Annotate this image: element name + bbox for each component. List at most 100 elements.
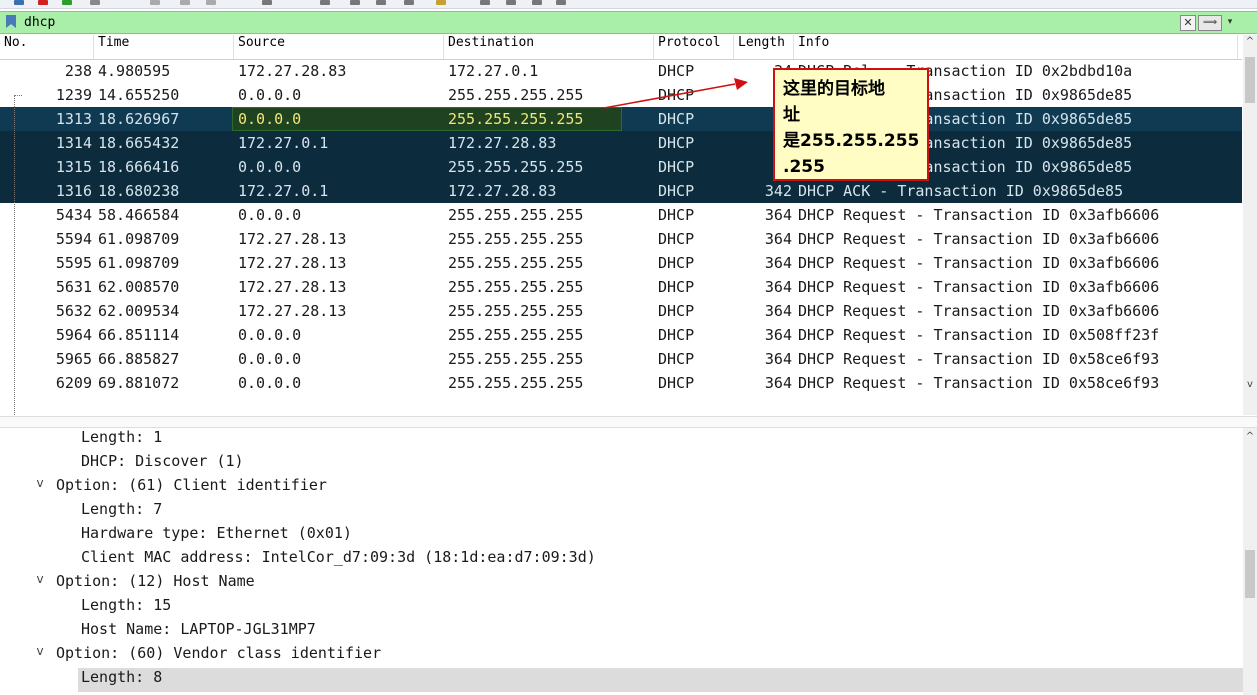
cell-dst: 255.255.255.255 (448, 374, 584, 392)
packet-row[interactable]: 5964 66.851114 0.0.0.0 255.255.255.255 DHCP 3… (0, 323, 1242, 347)
close-file-icon[interactable] (180, 0, 190, 5)
vscroll-thumb[interactable] (1245, 57, 1255, 103)
details-vscroll[interactable]: ^ (1243, 428, 1257, 695)
packet-row[interactable]: 6209 69.881072 0.0.0.0 255.255.255.255 DHCP 3… (0, 371, 1242, 395)
cell-info: DHCP Request - Transaction ID 0x58ce6f93 (798, 350, 1160, 368)
details-scroll-up-icon[interactable]: ^ (1243, 430, 1257, 444)
find-packet-icon[interactable] (262, 0, 272, 5)
detail-tree-node[interactable]: Option: (61) Client identifier (56, 476, 327, 500)
cell-proto: DHCP (658, 230, 695, 248)
open-file-icon[interactable] (14, 0, 24, 5)
colorize-icon[interactable] (436, 0, 446, 5)
cell-len: 364 (764, 206, 792, 224)
cell-info: DHCP Request - Transaction ID 0x3afb6606 (798, 230, 1160, 248)
zoom-out-icon[interactable] (506, 0, 516, 5)
bookmark-icon[interactable] (6, 15, 16, 28)
go-forward-icon[interactable] (350, 0, 360, 5)
cell-src: 172.27.0.1 (238, 182, 329, 200)
annotation-callout: 这里的目标地 址 是255.255.255 .255 (773, 68, 929, 181)
detail-field[interactable]: Length: 8 (78, 668, 1246, 692)
detail-tree-node[interactable]: Option: (60) Vendor class identifier (56, 644, 381, 668)
column-header-info[interactable]: Info (794, 35, 1238, 59)
detail-tree-node[interactable]: Option: (12) Host Name (56, 572, 255, 596)
pane-splitter[interactable] (0, 416, 1257, 428)
column-header-no[interactable]: No. (0, 35, 94, 59)
zoom-in-icon[interactable] (480, 0, 490, 5)
packet-row[interactable]: 5594 61.098709 172.27.28.13 255.255.255.255… (0, 227, 1242, 251)
details-vscroll-thumb[interactable] (1245, 550, 1255, 598)
cell-len: 342 (764, 182, 792, 200)
clear-filter-icon[interactable]: ✕ (1180, 15, 1196, 31)
packet-row[interactable]: 5965 66.885827 0.0.0.0 255.255.255.255 DHCP 3… (0, 347, 1242, 371)
column-header-protocol[interactable]: Protocol (654, 35, 734, 59)
cell-src: 172.27.28.13 (238, 302, 347, 320)
restart-capture-icon[interactable] (62, 0, 72, 5)
annotation-line-3: 是255.255.255 (783, 131, 920, 151)
detail-field[interactable]: Client MAC address: IntelCor_d7:09:3d (1… (81, 548, 596, 572)
expander-chevron-down-icon[interactable]: v (34, 644, 46, 668)
filter-dropdown-icon[interactable]: ▾ (1224, 15, 1236, 29)
detail-field[interactable]: DHCP: Discover (1) (81, 452, 244, 476)
cell-dst: 255.255.255.255 (448, 86, 584, 104)
detail-field[interactable]: Length: 7 (81, 500, 162, 524)
resize-columns-icon[interactable] (556, 0, 566, 5)
cell-src: 0.0.0.0 (238, 350, 302, 368)
column-header-time[interactable]: Time (94, 35, 234, 59)
packet-row[interactable]: 2384.980595172.27.28.83172.27.0.1DHCP34D… (0, 59, 1242, 83)
column-header-source[interactable]: Source (234, 35, 444, 59)
cell-dst: 172.27.0.1 (448, 62, 539, 80)
packet-details-pane: Length: 1 DHCP: Discover (1) v Option: (61)… (0, 428, 1257, 695)
packet-row[interactable]: 131418.665432172.27.0.1172.27.28.83DHCP3… (0, 131, 1242, 155)
cell-proto: DHCP (658, 182, 695, 200)
detail-field[interactable]: Length: 1 (81, 428, 162, 452)
detail-field[interactable]: Hardware type: Ethernet (0x01) (81, 524, 352, 548)
cell-time: 62.008570 (98, 278, 180, 296)
packet-row[interactable]: 1316 18.680238 172.27.0.1 172.27.28.83 DHCP 3… (0, 179, 1242, 203)
cell-src: 172.27.28.83 (238, 62, 347, 80)
cell-no: 238 (64, 62, 92, 80)
cell-dst: 172.27.28.83 (448, 182, 557, 200)
go-back-icon[interactable] (320, 0, 330, 5)
save-file-icon[interactable] (150, 0, 160, 5)
cell-proto: DHCP (658, 134, 695, 152)
packet-list-vscroll[interactable]: ^ v (1243, 35, 1257, 415)
display-filter-input[interactable] (24, 13, 1174, 31)
go-to-packet-icon[interactable] (376, 0, 386, 5)
packet-row[interactable]: 131318.6269670.0.0.0255.255.255.255DHCP3… (0, 107, 1242, 131)
packet-row[interactable]: 5631 62.008570 172.27.28.13 255.255.255.255… (0, 275, 1242, 299)
capture-options-icon[interactable] (90, 0, 100, 5)
cell-len: 364 (764, 350, 792, 368)
cell-src: 0.0.0.0 (238, 86, 302, 104)
packet-row[interactable]: 5434 58.466584 0.0.0.0 255.255.255.255 DHCP 3… (0, 203, 1242, 227)
column-header-destination[interactable]: Destination (444, 35, 654, 59)
cell-proto: DHCP (658, 350, 695, 368)
go-last-packet-icon[interactable] (404, 0, 414, 5)
packet-list-header: No. Time Source Destination Protocol Length In… (0, 35, 1242, 60)
apply-filter-icon[interactable]: ⟹ (1198, 15, 1222, 31)
cell-src: 172.27.0.1 (238, 134, 329, 152)
packet-list: No. Time Source Destination Protocol Length In… (0, 35, 1257, 415)
cell-info: DHCP Request - Transaction ID 0x3afb6606 (798, 254, 1160, 272)
reload-icon[interactable] (206, 0, 216, 5)
cell-len: 364 (764, 230, 792, 248)
stop-capture-icon[interactable] (38, 0, 48, 5)
cell-dst: 255.255.255.255 (448, 110, 584, 128)
column-header-length[interactable]: Length (734, 35, 794, 59)
packet-row[interactable]: 5595 61.098709 172.27.28.13 255.255.255.255… (0, 251, 1242, 275)
detail-field[interactable]: Length: 15 (81, 596, 171, 620)
cell-time: 18.666416 (98, 158, 180, 176)
expander-chevron-down-icon[interactable]: v (34, 572, 46, 596)
cell-proto: DHCP (658, 206, 695, 224)
cell-src: 172.27.28.13 (238, 254, 347, 272)
expander-chevron-down-icon[interactable]: v (34, 476, 46, 500)
detail-field[interactable]: Host Name: LAPTOP-JGL31MP7 (81, 620, 316, 644)
packet-row[interactable]: 131518.6664160.0.0.0255.255.255.255DHCP3… (0, 155, 1242, 179)
cell-len: 364 (764, 326, 792, 344)
scroll-down-icon[interactable]: v (1243, 378, 1257, 392)
cell-proto: DHCP (658, 158, 695, 176)
packet-row[interactable]: 123914.6552500.0.0.0255.255.255.255DHCP3… (0, 83, 1242, 107)
cell-src: 0.0.0.0 (238, 206, 302, 224)
packet-row[interactable]: 5632 62.009534 172.27.28.13 255.255.255.255… (0, 299, 1242, 323)
scroll-up-icon[interactable]: ^ (1243, 35, 1257, 49)
zoom-reset-icon[interactable] (532, 0, 542, 5)
